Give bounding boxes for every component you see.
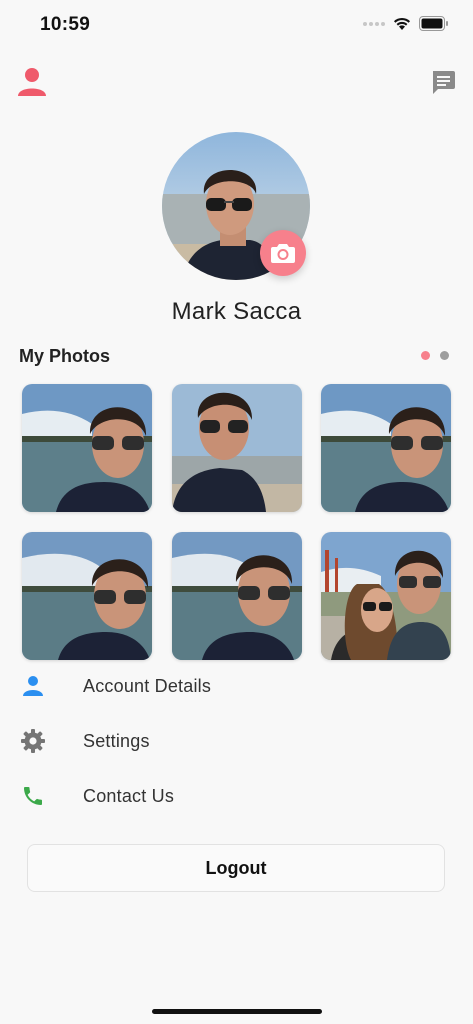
chat-icon[interactable] [429, 68, 457, 96]
page-indicator [421, 351, 449, 360]
gear-icon [20, 728, 46, 754]
profile-avatar-container [162, 132, 310, 280]
photo-thumbnail[interactable] [321, 532, 451, 660]
home-indicator[interactable] [152, 1009, 322, 1014]
menu-item-contact-us[interactable]: Contact Us [0, 771, 473, 821]
menu-label: Settings [83, 730, 150, 751]
person-icon [20, 673, 46, 699]
status-bar: 10:59 [0, 0, 473, 50]
photo-thumbnail[interactable] [172, 532, 302, 660]
phone-icon [20, 783, 46, 809]
my-photos-title: My Photos [19, 346, 111, 366]
signal-icon [363, 21, 385, 26]
user-name: Mark Sacca [171, 298, 302, 325]
photo-thumbnail[interactable] [22, 532, 152, 660]
photo-grid [22, 384, 452, 660]
page-dot-inactive[interactable] [440, 351, 449, 360]
menu-item-account-details[interactable]: Account Details [0, 661, 473, 711]
menu-label: Contact Us [83, 785, 175, 806]
menu-label: Account Details [83, 675, 212, 696]
wifi-icon [394, 17, 410, 30]
menu-item-settings[interactable]: Settings [0, 716, 473, 766]
photo-thumbnail[interactable] [22, 384, 152, 512]
page-dot-active[interactable] [421, 351, 430, 360]
battery-icon [419, 16, 448, 31]
change-photo-button[interactable] [260, 230, 306, 276]
photo-thumbnail[interactable] [321, 384, 451, 512]
logout-button[interactable]: Logout [27, 844, 445, 892]
profile-person-icon[interactable] [16, 66, 48, 98]
status-time: 10:59 [40, 14, 91, 35]
camera-icon [271, 244, 295, 263]
status-indicators [363, 16, 449, 31]
photo-thumbnail[interactable] [172, 384, 302, 512]
